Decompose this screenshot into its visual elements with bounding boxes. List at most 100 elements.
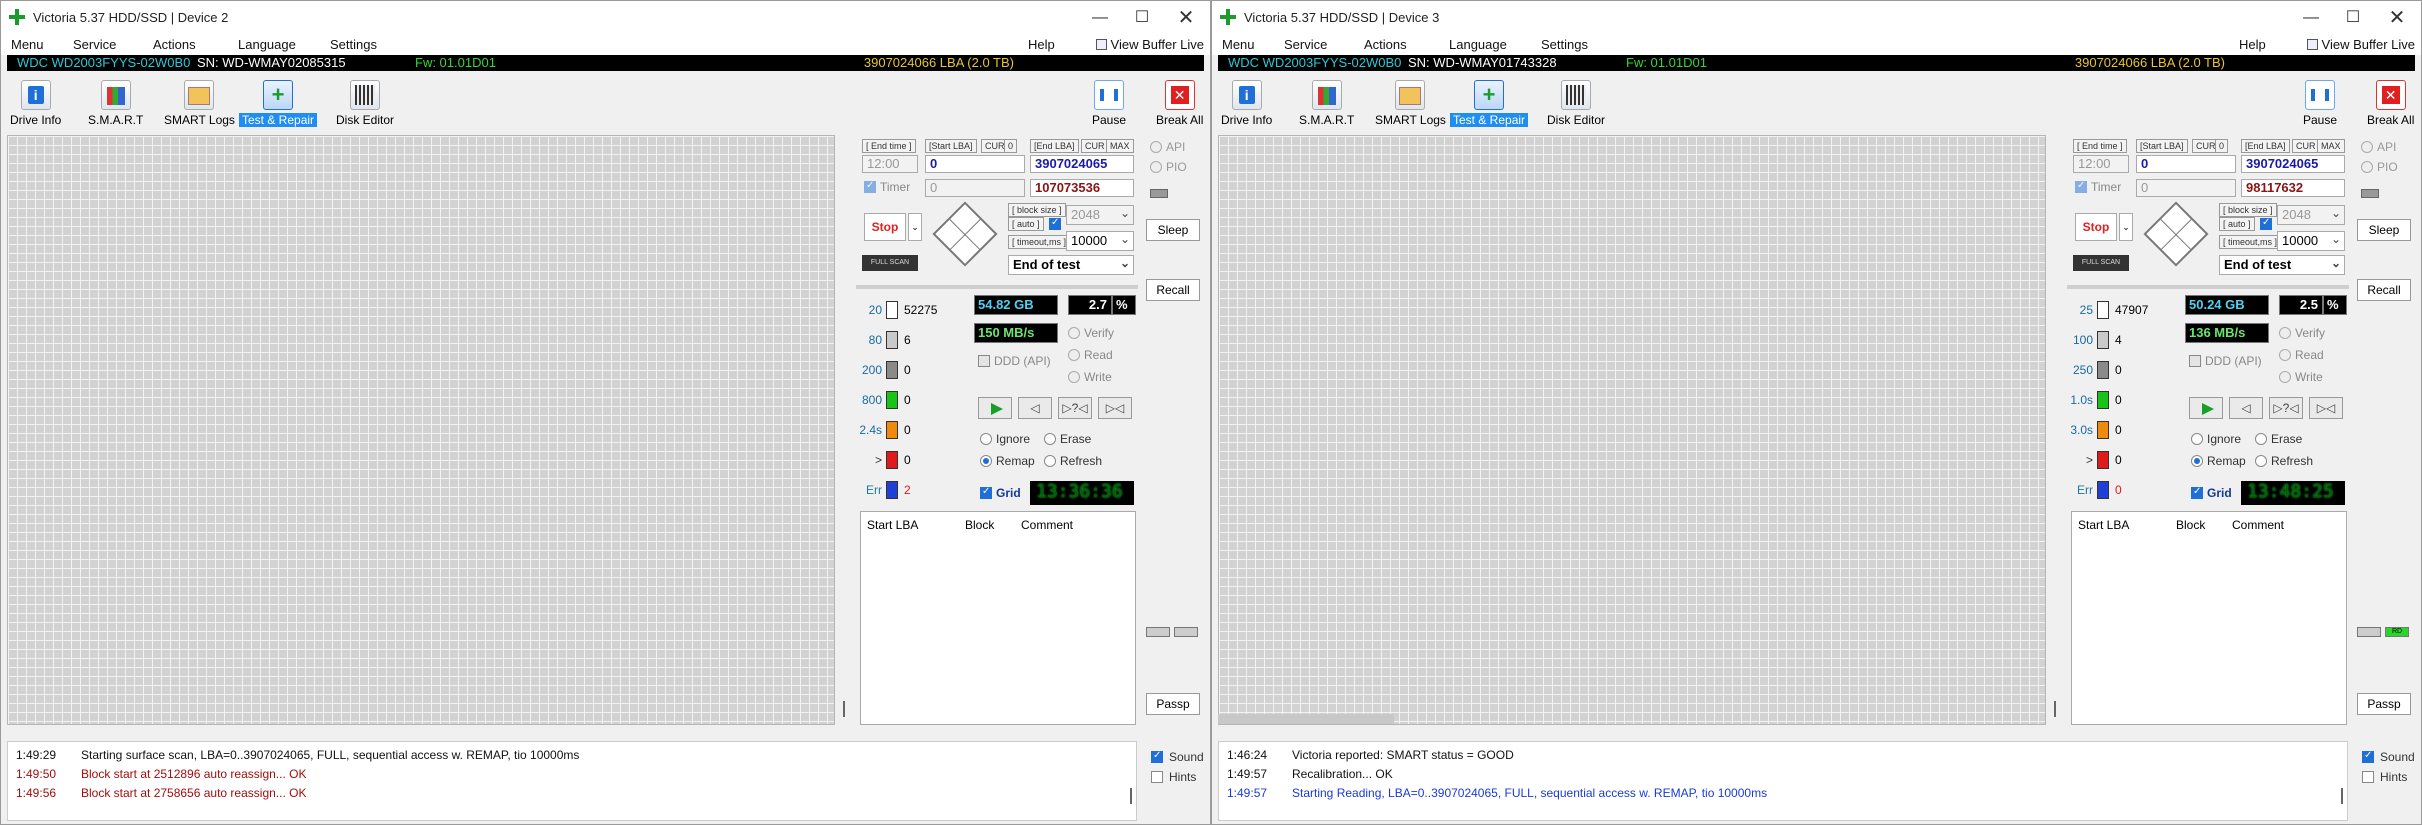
timeout-select[interactable]: 10000 bbox=[2277, 230, 2345, 251]
drive-model[interactable]: WDC WD2003FYYS-02W0B0 bbox=[1228, 55, 1401, 71]
ignore-radio[interactable] bbox=[2191, 433, 2203, 445]
bad-blocks-list[interactable]: Start LBA Block Comment bbox=[860, 511, 1136, 725]
disk-editor-tab[interactable]: Disk Editor bbox=[333, 80, 397, 127]
max-end-button[interactable]: MAX bbox=[2317, 139, 2345, 153]
auto-block-checkbox[interactable] bbox=[1049, 217, 1061, 230]
bad-blocks-list[interactable]: Start LBA Block Comment bbox=[2071, 511, 2347, 725]
block-size-select[interactable]: 2048 bbox=[2277, 204, 2345, 225]
col-block[interactable]: Block bbox=[965, 518, 994, 532]
sound-checkbox[interactable] bbox=[1151, 750, 1163, 763]
menu-actions[interactable]: Actions bbox=[1364, 37, 1407, 52]
skip-end-button[interactable]: ▷◁ bbox=[2309, 397, 2343, 419]
direction-pad[interactable] bbox=[2143, 201, 2209, 267]
end-lba-field[interactable]: 3907024065 bbox=[2241, 155, 2345, 173]
col-start-lba[interactable]: Start LBA bbox=[2078, 518, 2129, 532]
write-radio[interactable] bbox=[2279, 371, 2291, 383]
menu-help[interactable]: Help bbox=[2239, 37, 2266, 52]
end-time-field[interactable]: 12:00 bbox=[862, 155, 918, 173]
remap-radio[interactable] bbox=[2191, 455, 2203, 467]
skip-end-button[interactable]: ▷◁ bbox=[1098, 397, 1132, 419]
erase-radio[interactable] bbox=[2255, 433, 2267, 445]
full-scan-button[interactable]: FULL SCAN bbox=[862, 255, 918, 271]
cur-end-button[interactable]: CUR bbox=[1081, 139, 1109, 153]
api-radio[interactable] bbox=[2361, 141, 2373, 153]
maximize-button[interactable]: ☐ bbox=[2335, 5, 2371, 31]
menu-help[interactable]: Help bbox=[1028, 37, 1055, 52]
end-of-test-select[interactable]: End of test bbox=[2219, 254, 2345, 275]
maximize-button[interactable]: ☐ bbox=[1124, 5, 1160, 31]
timeout-select[interactable]: 10000 bbox=[1066, 230, 1134, 251]
drive-info-tab[interactable]: Drive Info bbox=[1218, 80, 1275, 127]
rewind-button[interactable]: ◁ bbox=[1018, 397, 1052, 419]
erase-radio[interactable] bbox=[1044, 433, 1056, 445]
rewind-button[interactable]: ◁ bbox=[2229, 397, 2263, 419]
cur-end-button[interactable]: CUR bbox=[2292, 139, 2320, 153]
read-radio[interactable] bbox=[1068, 349, 1080, 361]
recall-button[interactable]: Recall bbox=[1146, 279, 1200, 301]
pause-button[interactable]: Pause bbox=[1089, 80, 1129, 127]
start-lba-field[interactable]: 0 bbox=[2136, 155, 2236, 173]
hints-checkbox[interactable] bbox=[1151, 771, 1163, 783]
ignore-radio[interactable] bbox=[980, 433, 992, 445]
auto-block-checkbox[interactable] bbox=[2260, 217, 2272, 230]
play-button[interactable] bbox=[2189, 397, 2223, 419]
smart-tab[interactable]: S.M.A.R.T bbox=[85, 80, 146, 127]
sleep-button[interactable]: Sleep bbox=[1146, 219, 1200, 241]
stop-button[interactable]: Stop bbox=[864, 213, 906, 241]
timer-checkbox[interactable] bbox=[864, 180, 876, 193]
recall-button[interactable]: Recall bbox=[2357, 279, 2411, 301]
timer-field[interactable]: 0 bbox=[2136, 179, 2236, 197]
pio-radio[interactable] bbox=[1150, 161, 1162, 173]
passp-button[interactable]: Passp bbox=[1146, 693, 1200, 715]
pause-button[interactable]: Pause bbox=[2300, 80, 2340, 127]
skip-back-button[interactable]: ▷?◁ bbox=[2269, 397, 2303, 419]
close-button[interactable]: ✕ bbox=[1168, 5, 1204, 31]
api-radio[interactable] bbox=[1150, 141, 1162, 153]
verify-radio[interactable] bbox=[1068, 327, 1080, 339]
menu-settings[interactable]: Settings bbox=[1541, 37, 1588, 52]
grid-scrollbar[interactable] bbox=[839, 135, 849, 725]
pio-radio[interactable] bbox=[2361, 161, 2373, 173]
play-button[interactable] bbox=[978, 397, 1012, 419]
timer-checkbox[interactable] bbox=[2075, 180, 2087, 193]
write-radio[interactable] bbox=[1068, 371, 1080, 383]
drive-model[interactable]: WDC WD2003FYYS-02W0B0 bbox=[17, 55, 190, 71]
sound-checkbox[interactable] bbox=[2362, 750, 2374, 763]
col-start-lba[interactable]: Start LBA bbox=[867, 518, 918, 532]
menu-service[interactable]: Service bbox=[73, 37, 116, 52]
log-scrollbar[interactable] bbox=[1130, 788, 1132, 804]
menu-language[interactable]: Language bbox=[238, 37, 296, 52]
log-panel[interactable]: 1:46:24 Victoria reported: SMART status =… bbox=[1218, 741, 2348, 821]
end-of-test-select[interactable]: End of test bbox=[1008, 254, 1134, 275]
log-scrollbar[interactable] bbox=[2341, 788, 2343, 804]
skip-back-button[interactable]: ▷?◁ bbox=[1058, 397, 1092, 419]
col-comment[interactable]: Comment bbox=[2232, 518, 2284, 532]
disk-editor-tab[interactable]: Disk Editor bbox=[1544, 80, 1608, 127]
grid-checkbox[interactable] bbox=[980, 486, 992, 499]
refresh-radio[interactable] bbox=[2255, 455, 2267, 467]
smart-logs-tab[interactable]: SMART Logs bbox=[1372, 80, 1449, 127]
close-button[interactable]: ✕ bbox=[2379, 5, 2415, 31]
read-radio[interactable] bbox=[2279, 349, 2291, 361]
log-panel[interactable]: 1:49:29 Starting surface scan, LBA=0..390… bbox=[7, 741, 1137, 821]
zero-start-button[interactable]: 0 bbox=[1004, 139, 1018, 153]
end-lba-field[interactable]: 3907024065 bbox=[1030, 155, 1134, 173]
max-end-button[interactable]: MAX bbox=[1106, 139, 1134, 153]
stop-button[interactable]: Stop bbox=[2075, 213, 2117, 241]
menu-service[interactable]: Service bbox=[1284, 37, 1327, 52]
hints-checkbox[interactable] bbox=[2362, 771, 2374, 783]
ddd-api-checkbox[interactable] bbox=[978, 355, 990, 367]
end-time-field[interactable]: 12:00 bbox=[2073, 155, 2129, 173]
col-block[interactable]: Block bbox=[2176, 518, 2205, 532]
refresh-radio[interactable] bbox=[1044, 455, 1056, 467]
verify-radio[interactable] bbox=[2279, 327, 2291, 339]
smart-logs-tab[interactable]: SMART Logs bbox=[161, 80, 238, 127]
menu-menu[interactable]: Menu bbox=[1222, 37, 1255, 52]
minimize-button[interactable]: — bbox=[1082, 5, 1118, 31]
break-all-button[interactable]: Break All bbox=[1153, 80, 1206, 127]
block-size-select[interactable]: 2048 bbox=[1066, 204, 1134, 225]
test-repair-tab[interactable]: Test & Repair bbox=[239, 80, 318, 127]
sleep-button[interactable]: Sleep bbox=[2357, 219, 2411, 241]
stop-dropdown-arrow[interactable]: ⌄ bbox=[2119, 213, 2133, 241]
drive-info-tab[interactable]: Drive Info bbox=[7, 80, 64, 127]
